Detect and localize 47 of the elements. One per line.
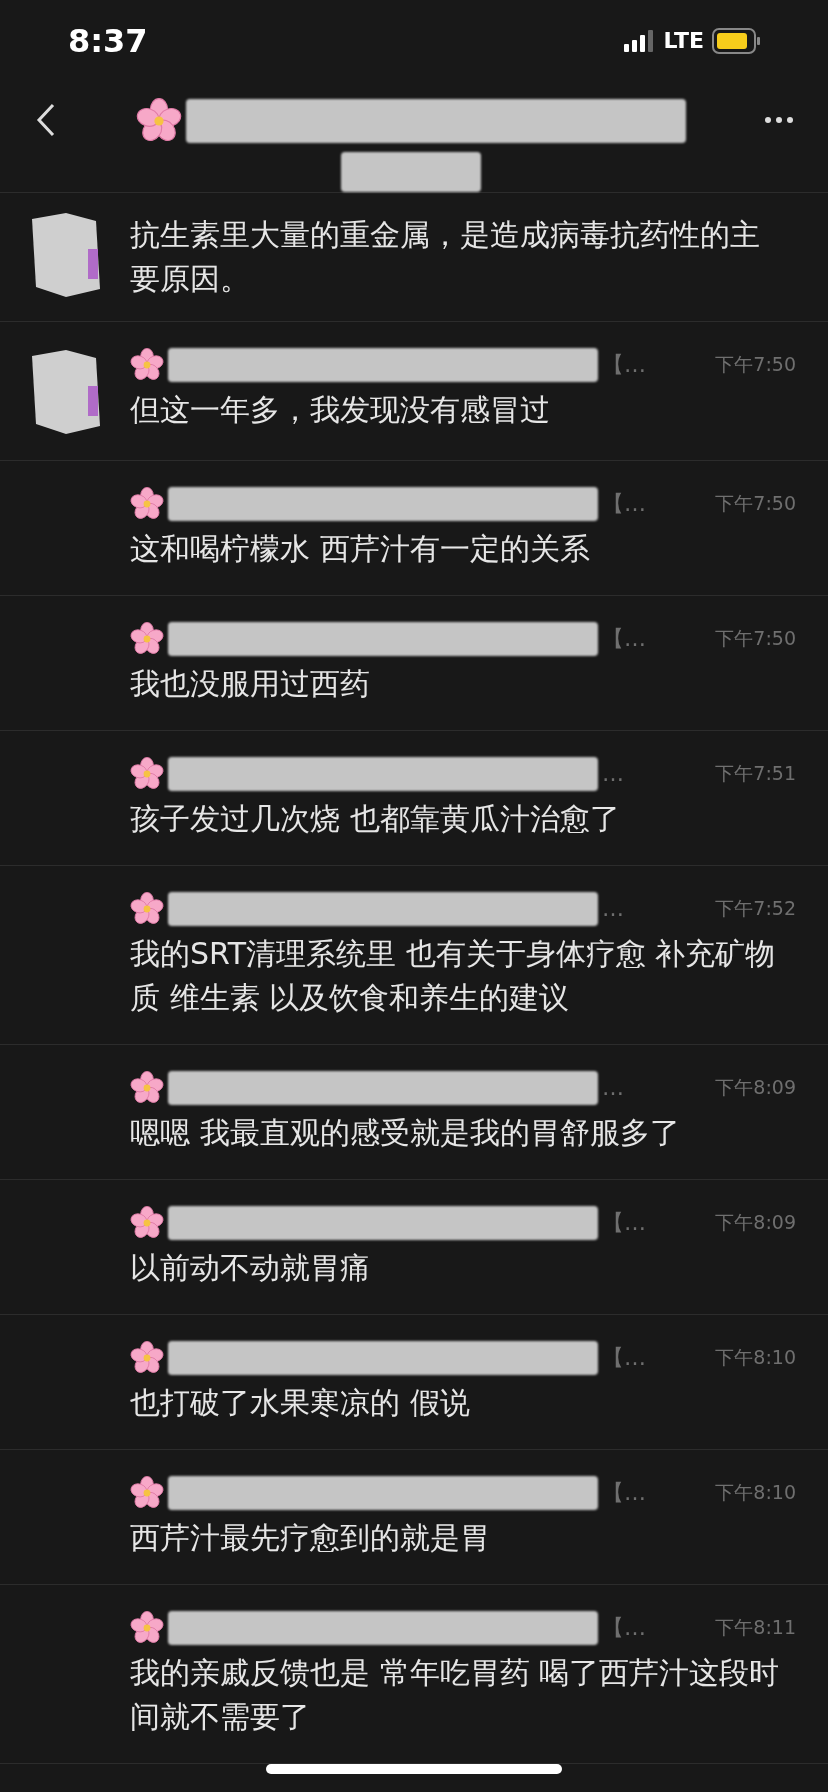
name-suffix: 【… [602, 490, 646, 518]
message-text: 我的SRT清理系统里 也有关于身体疗愈 补充矿物质 维生素 以及饮食和养生的建议 [130, 934, 777, 1017]
chevron-left-icon [36, 102, 56, 137]
flower-icon [136, 97, 182, 144]
message-time: 下午8:11 [715, 1615, 796, 1641]
message-time: 下午8:10 [715, 1345, 796, 1371]
flower-icon [130, 1070, 164, 1105]
message-time: 下午7:52 [715, 896, 796, 922]
name-suffix: … [602, 1074, 624, 1102]
message-text: 以前动不动就胃痛 [130, 1248, 371, 1287]
name-suffix: … [602, 895, 624, 923]
clock-time: 8:37 [68, 20, 148, 62]
battery-icon [712, 27, 760, 54]
message-text: 我的亲戚反馈也是 常年吃胃药 喝了西芹汁这段时间就不需要了 [130, 1653, 781, 1736]
message-time: 下午8:10 [715, 1480, 796, 1506]
flower-icon [130, 1475, 164, 1510]
message-text: 也打破了水果寒凉的 假说 [130, 1383, 471, 1422]
message-time: 下午7:50 [715, 491, 796, 517]
flower-icon [130, 621, 164, 656]
name-suffix: 【… [602, 1614, 646, 1642]
message-text: 我也没服用过西药 [130, 664, 371, 703]
message-time: 下午8:09 [715, 1210, 796, 1236]
message-text: 嗯嗯 我最直观的感受就是我的胃舒服多了 [130, 1113, 681, 1152]
flower-icon [130, 486, 164, 521]
message-text: 孩子发过几次烧 也都靠黄瓜汁治愈了 [130, 799, 621, 838]
message-text: 抗生素里大量的重金属，是造成病毒抗药性的主要原因。 [130, 215, 761, 298]
message-text: 西芹汁最先疗愈到的就是胃 [130, 1518, 491, 1557]
name-suffix: 【… [602, 1479, 646, 1507]
flower-icon [130, 347, 164, 382]
name-suffix: 【… [602, 351, 646, 379]
message-text: 但这一年多，我发现没有感冒过 [130, 390, 551, 429]
name-suffix: 【… [602, 625, 646, 653]
flower-icon [130, 1610, 164, 1645]
signal-icon [623, 29, 656, 52]
name-suffix: 【… [602, 1344, 646, 1372]
name-suffix: … [602, 760, 624, 788]
message-time: 下午7:50 [715, 352, 796, 378]
flower-icon [130, 1340, 164, 1375]
flower-icon [130, 1205, 164, 1240]
message-text: 这和喝柠檬水 西芹汁有一定的关系 [130, 529, 591, 568]
message-time: 下午8:09 [715, 1075, 796, 1101]
message-time: 下午7:51 [715, 761, 796, 787]
name-suffix: 【… [602, 1209, 646, 1237]
flower-icon [130, 756, 164, 791]
flower-icon [130, 891, 164, 926]
network-label: LTE [663, 27, 704, 56]
message-time: 下午7:50 [715, 626, 796, 652]
